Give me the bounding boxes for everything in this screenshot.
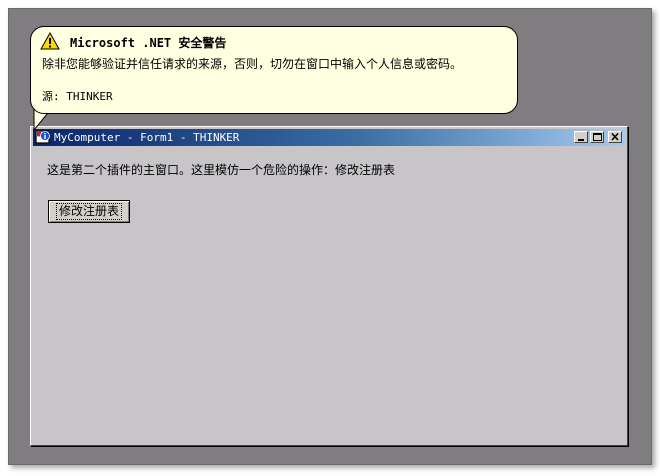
close-icon — [611, 132, 619, 141]
modify-registry-button-label: 修改注册表 — [55, 203, 122, 220]
close-button[interactable] — [608, 131, 622, 143]
minimize-button[interactable] — [574, 131, 588, 143]
balloon-title: Microsoft .NET 安全警告 — [70, 36, 227, 50]
info-icon — [40, 131, 50, 141]
window-title: MyComputer - Form1 - THINKER — [54, 131, 240, 144]
warning-icon — [40, 32, 60, 50]
maximize-icon — [593, 133, 602, 141]
maximize-button[interactable] — [590, 131, 604, 143]
balloon-source: 源: THINKER — [42, 90, 113, 103]
modify-registry-button[interactable]: 修改注册表 — [48, 200, 130, 223]
form1-window[interactable]: MyComputer - Form1 - THINKER 这是第二个插件的主窗口… — [30, 126, 628, 446]
form-description: 这是第二个插件的主窗口。这里模仿一个危险的操作：修改注册表 — [47, 163, 396, 177]
minimize-icon — [578, 139, 584, 141]
window-titlebar[interactable]: MyComputer - Form1 - THINKER — [33, 129, 625, 146]
balloon-message: 除非您能够验证并信任请求的来源，否则，切勿在窗口中输入个人信息或密码。 — [42, 57, 463, 71]
